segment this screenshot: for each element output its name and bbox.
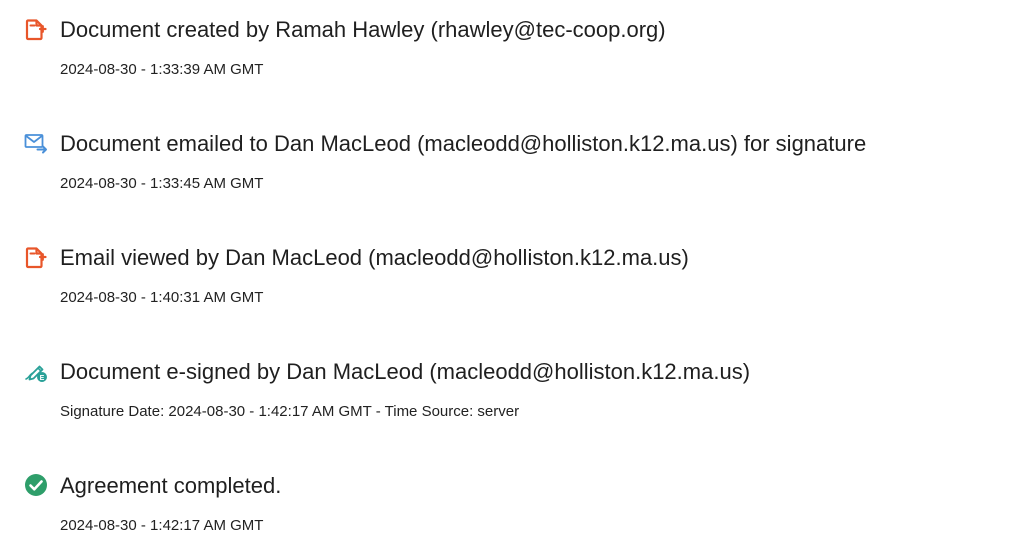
completed-check-icon xyxy=(24,473,48,497)
event-title: Document created by Ramah Hawley (rhawle… xyxy=(60,17,666,42)
event-timestamp: Signature Date: 2024-08-30 - 1:42:17 AM … xyxy=(60,403,520,420)
document-created-icon xyxy=(24,17,48,41)
event-timestamp: 2024-08-30 - 1:40:31 AM GMT xyxy=(60,289,264,306)
event-title: Document emailed to Dan MacLeod (macleod… xyxy=(60,131,867,156)
e-signature-icon: E xyxy=(24,359,48,383)
event-timestamp: 2024-08-30 - 1:33:39 AM GMT xyxy=(60,61,264,78)
svg-text:E: E xyxy=(40,375,45,382)
event-title: Document e-signed by Dan MacLeod (macleo… xyxy=(60,359,751,384)
email-viewed-icon xyxy=(24,245,48,269)
event-title: Agreement completed. xyxy=(60,473,282,498)
event-timestamp: 2024-08-30 - 1:42:17 AM GMT xyxy=(60,517,264,534)
event-timestamp: 2024-08-30 - 1:33:45 AM GMT xyxy=(60,175,264,192)
event-title: Email viewed by Dan MacLeod (macleodd@ho… xyxy=(60,245,689,270)
email-sent-icon xyxy=(24,131,48,155)
